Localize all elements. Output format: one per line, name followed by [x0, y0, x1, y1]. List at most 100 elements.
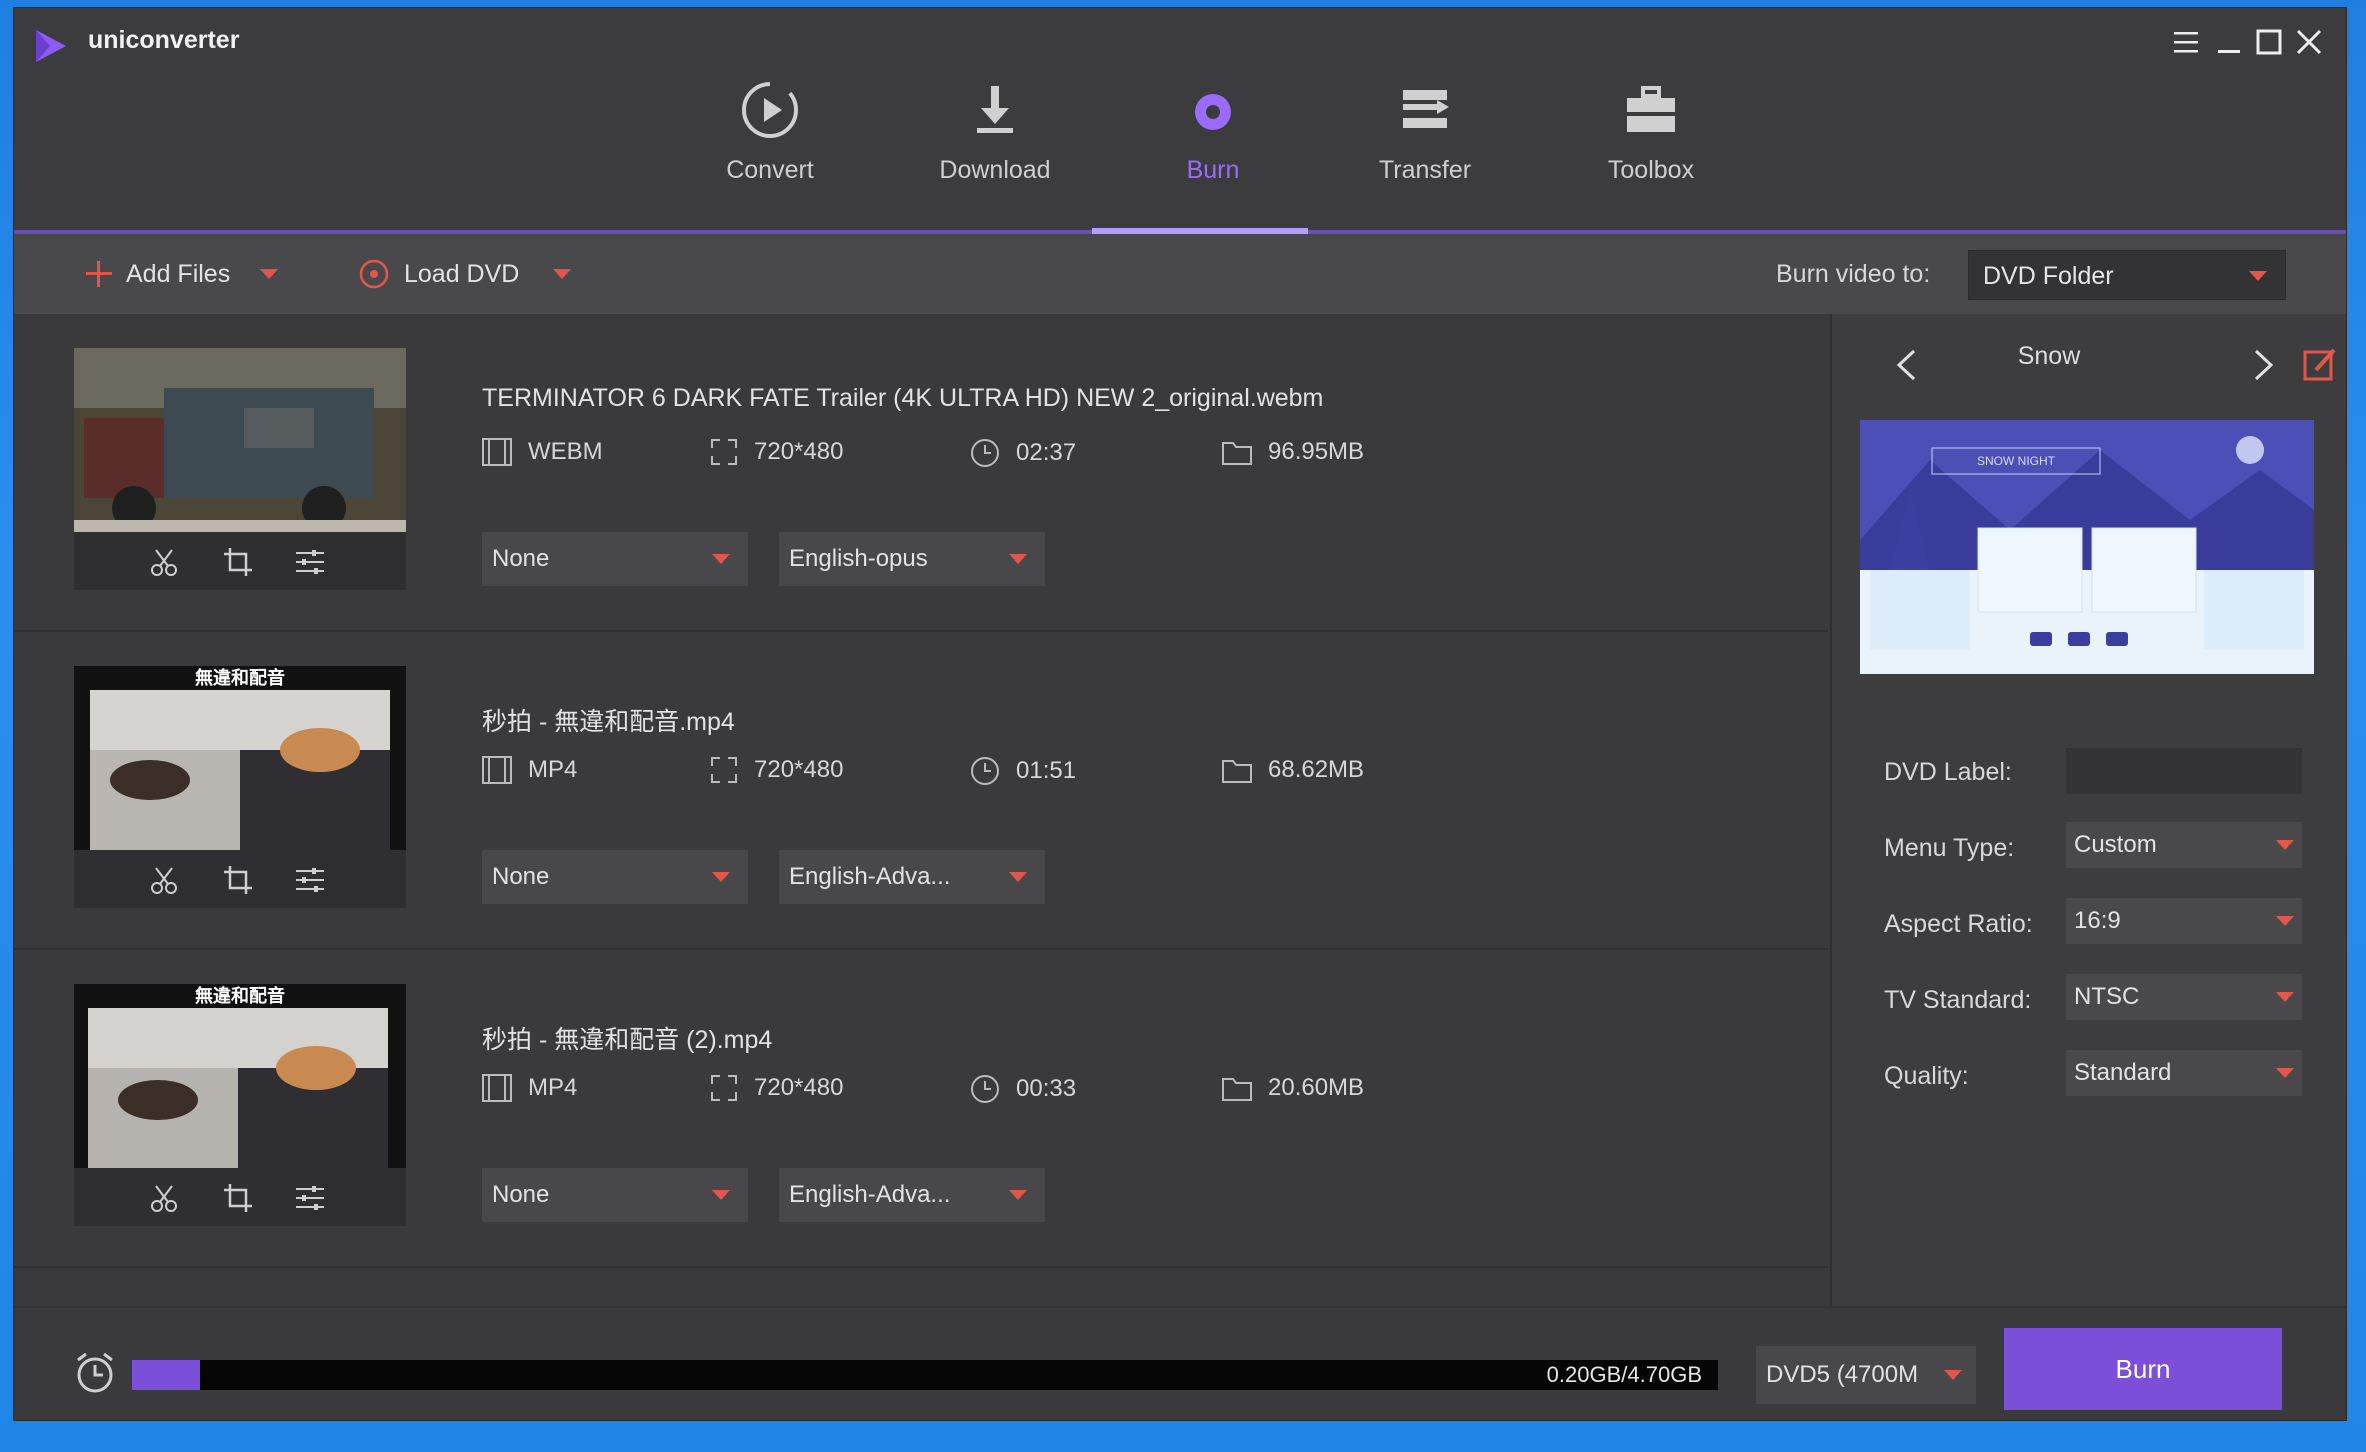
add-files-dropdown-icon[interactable] [260, 269, 279, 279]
quality-label: Quality: [1884, 1062, 1969, 1090]
size-value: 20.60MB [1268, 1074, 1365, 1101]
tab-label: Transfer [1378, 156, 1472, 184]
disc-usage-text: 0.20GB/4.70GB [1546, 1362, 1702, 1387]
chevron-down-icon [1009, 1190, 1027, 1200]
burn-to-select[interactable]: DVD Folder [1968, 250, 2286, 300]
scissors-icon[interactable] [148, 864, 180, 896]
thumbnail-toolbar [74, 850, 406, 908]
maximize-icon[interactable] [2248, 22, 2288, 62]
file-resolution: 720*480 [710, 438, 843, 466]
scissors-icon[interactable] [148, 546, 180, 578]
dvd-label-input[interactable] [2066, 748, 2302, 794]
file-duration: 02:37 [970, 438, 1076, 468]
app-logo-icon [36, 30, 66, 62]
edit-icon[interactable] [2302, 346, 2338, 382]
app-title: uniconverter [88, 26, 240, 54]
toolbox-icon [1627, 86, 1675, 132]
effects-icon[interactable] [294, 546, 326, 578]
bottom-bar: 0.20GB/4.70GB DVD5 (4700M Burn [14, 1306, 2346, 1420]
video-thumbnail[interactable]: 無違和配音 [74, 666, 406, 908]
thumbnail-scene [90, 690, 390, 850]
thumbnail-image: 無違和配音 [74, 666, 406, 850]
tv-standard-label: TV Standard: [1884, 986, 2032, 1014]
subtitle-value: None [492, 1181, 550, 1208]
format-value: MP4 [528, 1074, 578, 1101]
resolution-value: 720*480 [754, 438, 844, 465]
subtitle-select[interactable]: None [482, 850, 748, 904]
effects-icon[interactable] [294, 864, 326, 896]
subtitle-select[interactable]: None [482, 1168, 748, 1222]
play-circle-icon [742, 80, 798, 138]
chevron-down-icon [2276, 992, 2294, 1002]
dvd-label-label: DVD Label: [1884, 758, 2012, 786]
crop-icon[interactable] [222, 1182, 254, 1214]
audio-select[interactable]: English-opus [779, 532, 1045, 586]
duration-value: 01:51 [1016, 757, 1077, 784]
load-dvd-button[interactable]: Load DVD [358, 234, 572, 314]
plus-icon [86, 261, 112, 287]
subtitle-select[interactable]: None [482, 532, 748, 586]
file-duration: 00:33 [970, 1074, 1076, 1104]
disc-usage-fill [132, 1360, 200, 1390]
film-icon [482, 438, 512, 466]
chevron-down-icon [2276, 916, 2294, 926]
file-row[interactable]: 無違和配音 秒拍 - 無違和配音 (2).mp4 MP4 720*480 00:… [14, 950, 1828, 1268]
effects-icon[interactable] [294, 1182, 326, 1214]
disc-type-select[interactable]: DVD5 (4700M [1756, 1346, 1976, 1404]
tab-download[interactable]: Download [890, 68, 1100, 228]
file-row[interactable]: 無違和配音 秒拍 - 無違和配音.mp4 MP4 720*480 01:51 6… [14, 632, 1828, 950]
disc-usage-bar: 0.20GB/4.70GB [132, 1360, 1718, 1390]
burn-button[interactable]: Burn [2004, 1328, 2282, 1410]
video-thumbnail[interactable]: 無違和配音 [74, 984, 406, 1226]
add-files-button[interactable]: Add Files [84, 234, 279, 314]
film-icon [482, 1074, 512, 1102]
crop-icon[interactable] [222, 864, 254, 896]
resolution-icon [711, 439, 737, 465]
tab-label: Download [939, 156, 1051, 184]
file-size: 96.95MB [1222, 438, 1364, 466]
alarm-clock-icon[interactable] [72, 1350, 118, 1396]
load-dvd-dropdown-icon[interactable] [553, 269, 572, 279]
chevron-down-icon [712, 1190, 730, 1200]
chevron-right-icon[interactable] [2252, 348, 2276, 382]
file-name: 秒拍 - 無違和配音 (2).mp4 [482, 1026, 773, 1054]
video-thumbnail[interactable] [74, 348, 406, 590]
file-row[interactable]: TERMINATOR 6 DARK FATE Trailer (4K ULTRA… [14, 314, 1828, 632]
file-size: 68.62MB [1222, 756, 1364, 784]
tv-standard-select[interactable]: NTSC [2066, 974, 2302, 1020]
theme-name: Snow [2017, 342, 2081, 370]
file-list: TERMINATOR 6 DARK FATE Trailer (4K ULTRA… [14, 314, 1828, 1306]
duration-value: 00:33 [1016, 1075, 1077, 1102]
close-icon[interactable] [2288, 22, 2328, 62]
thumbnail-toolbar [74, 1168, 406, 1226]
quality-select[interactable]: Standard [2066, 1050, 2302, 1096]
download-icon [977, 86, 1013, 133]
menu-preview[interactable]: SNOW NIGHT [1860, 420, 2314, 674]
file-name: TERMINATOR 6 DARK FATE Trailer (4K ULTRA… [482, 384, 1324, 412]
tab-convert[interactable]: Convert [665, 68, 875, 228]
burn-to-value: DVD Folder [1983, 262, 2114, 290]
thumbnail-toolbar [74, 532, 406, 590]
aspect-ratio-label: Aspect Ratio: [1884, 910, 2033, 938]
menu-type-select[interactable]: Custom [2066, 822, 2302, 868]
clock-icon [971, 1075, 999, 1103]
tab-label: Convert [726, 156, 814, 184]
menu-icon[interactable] [2166, 22, 2206, 62]
resolution-icon [711, 1075, 737, 1101]
resolution-value: 720*480 [754, 756, 844, 783]
subtitle-value: None [492, 863, 550, 890]
minimize-icon[interactable] [2208, 22, 2248, 62]
title-bar: uniconverter Convert Download Burn Trans… [14, 8, 2346, 234]
tab-toolbox[interactable]: Toolbox [1546, 68, 1756, 228]
crop-icon[interactable] [222, 546, 254, 578]
audio-select[interactable]: English-Adva... [779, 850, 1045, 904]
tv-standard-value: NTSC [2074, 983, 2140, 1010]
tab-transfer[interactable]: Transfer [1320, 68, 1530, 228]
chevron-down-icon [712, 872, 730, 882]
audio-select[interactable]: English-Adva... [779, 1168, 1045, 1222]
aspect-ratio-select[interactable]: 16:9 [2066, 898, 2302, 944]
scissors-icon[interactable] [148, 1182, 180, 1214]
tab-burn[interactable]: Burn [1108, 68, 1318, 228]
audio-value: English-opus [789, 545, 928, 572]
burn-to-label: Burn video to: [1776, 260, 1931, 288]
